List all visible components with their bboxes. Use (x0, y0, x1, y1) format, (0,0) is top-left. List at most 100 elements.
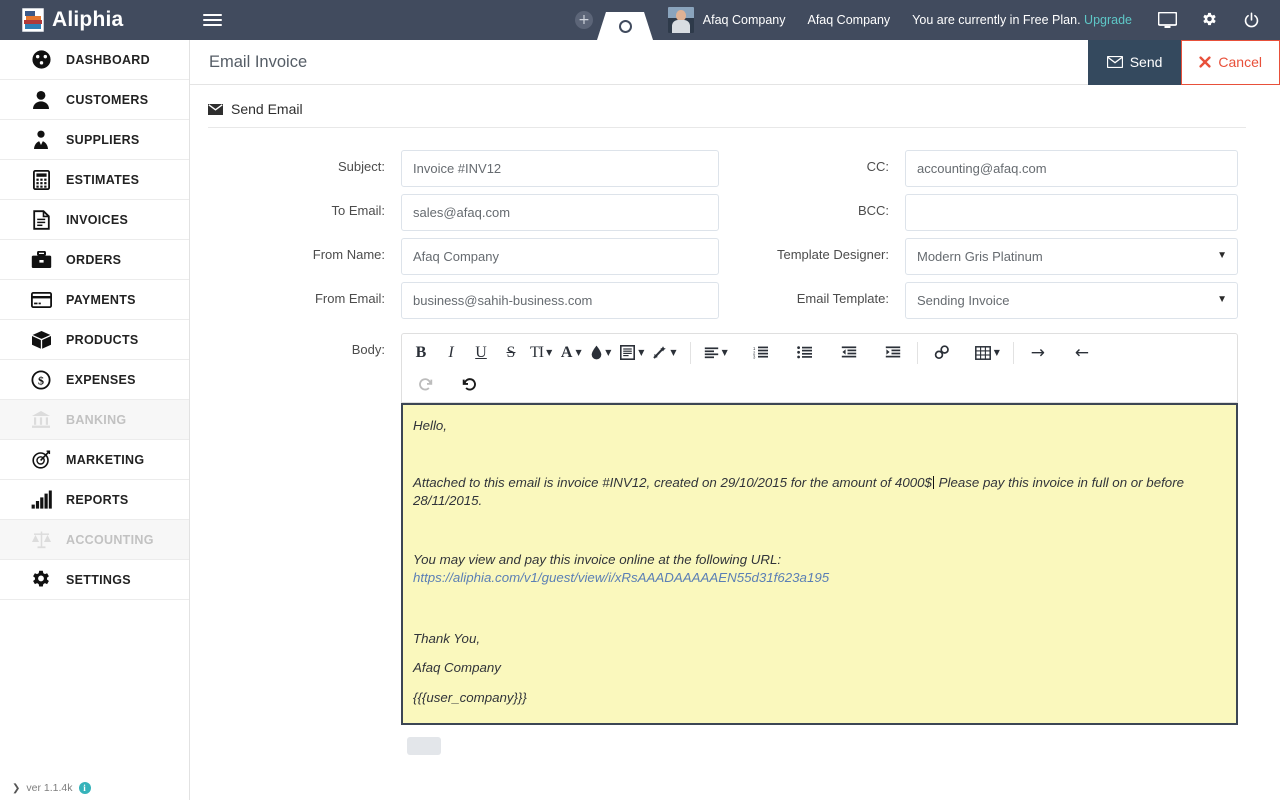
field-template-designer: Template Designer: Modern Gris Platinum … (727, 238, 1246, 275)
workspace-tab[interactable] (597, 12, 653, 40)
body-editor-row: Body: B I U S TI ▼ A ▼ ▼ ▼ ▼ ▼ 1 2 3 ▼ →… (208, 333, 1246, 755)
brand-logo-area[interactable]: Aliphia (0, 0, 190, 40)
sidebar-item-payments[interactable]: PAYMENTS (0, 280, 189, 320)
unordered-list-icon[interactable] (790, 337, 820, 368)
sidebar-item-label: BANKING (66, 412, 127, 427)
template-designer-label: Template Designer: (777, 247, 889, 262)
email-template-select[interactable]: Sending Invoice (905, 282, 1238, 319)
italic-icon[interactable]: I (436, 337, 466, 368)
sidebar-item-products[interactable]: PRODUCTS (0, 320, 189, 360)
email-body-editor[interactable]: Hello, Attached to this email is invoice… (401, 403, 1238, 725)
panel-heading-label: Send Email (231, 101, 303, 117)
cancel-button[interactable]: Cancel (1181, 39, 1280, 85)
sidebar-item-accounting[interactable]: ACCOUNTING (0, 520, 189, 560)
to-email-input[interactable] (401, 194, 719, 231)
brand-name: Aliphia (52, 8, 124, 31)
body-greeting: Hello, (413, 418, 447, 433)
company-primary-label[interactable]: Afaq Company (703, 13, 786, 27)
circle-icon (618, 19, 632, 33)
sidebar-item-reports[interactable]: REPORTS (0, 480, 189, 520)
invoice-url-link[interactable]: https://aliphia.com/v1/guest/view/i/xRsA… (413, 570, 829, 585)
dashboard-icon (30, 49, 52, 71)
font-size-icon[interactable]: TI ▼ (526, 337, 556, 368)
redo-icon[interactable] (410, 369, 440, 400)
body-spacer (413, 511, 1224, 551)
bar-chart-icon (30, 489, 52, 511)
ltr-direction-icon[interactable]: → (1023, 337, 1053, 368)
company-secondary-label[interactable]: Afaq Company (807, 13, 890, 27)
power-icon[interactable] (1230, 0, 1272, 40)
sidebar-item-expenses[interactable]: $ EXPENSES (0, 360, 189, 400)
monitor-icon[interactable] (1146, 0, 1188, 40)
sidebar-item-suppliers[interactable]: SUPPLIERS (0, 120, 189, 160)
sidebar-item-label: MARKETING (66, 452, 145, 467)
body-variable: {{{user_company}}} (413, 689, 527, 705)
bold-icon[interactable]: B (406, 337, 436, 368)
sidebar-item-label: PRODUCTS (66, 332, 139, 347)
template-designer-select[interactable]: Modern Gris Platinum (905, 238, 1238, 275)
cancel-button-label: Cancel (1218, 54, 1262, 70)
toolbar-separator (1012, 341, 1014, 364)
send-button[interactable]: Send (1087, 39, 1182, 85)
field-from-name: From Name: (208, 238, 727, 275)
version-label: ver 1.1.4k (26, 782, 73, 794)
sidebar-item-orders[interactable]: ORDERS (0, 240, 189, 280)
hamburger-icon[interactable] (190, 0, 234, 40)
sidebar-item-label: ORDERS (66, 252, 122, 267)
sidebar-item-dashboard[interactable]: DASHBOARD (0, 40, 189, 80)
field-subject: Subject: (208, 150, 727, 187)
sidebar-item-label: CUSTOMERS (66, 92, 149, 107)
sidebar-item-label: REPORTS (66, 492, 129, 507)
bcc-input[interactable] (905, 194, 1238, 231)
clear-format-icon[interactable]: ▼ (648, 337, 680, 368)
sidebar-item-banking[interactable]: BANKING (0, 400, 189, 440)
sidebar-item-label: DASHBOARD (66, 52, 150, 67)
add-tab-icon[interactable]: + (575, 11, 593, 29)
underline-icon[interactable]: U (466, 337, 496, 368)
topbar-right-cluster: Afaq Company Afaq Company You are curren… (667, 0, 1280, 40)
send-email-panel: Send Email Subject: CC: (190, 85, 1280, 755)
supplier-icon (30, 129, 52, 151)
link-icon[interactable] (927, 337, 957, 368)
sidebar-item-settings[interactable]: SETTINGS (0, 560, 189, 600)
subject-input[interactable] (401, 150, 719, 187)
font-color-icon[interactable]: A ▼ (556, 337, 586, 368)
from-name-label: From Name: (312, 247, 385, 262)
table-icon[interactable]: ▼ (971, 337, 1004, 368)
field-to-email: To Email: (208, 194, 727, 231)
sidebar-item-invoices[interactable]: INVOICES (0, 200, 189, 240)
outdent-icon[interactable] (834, 337, 864, 368)
strikethrough-icon[interactable]: S (496, 337, 526, 368)
align-icon[interactable]: ▼ (700, 337, 732, 368)
aliphia-logo-icon (22, 8, 44, 32)
highlight-color-icon[interactable]: ▼ (586, 337, 616, 368)
body-spacer (413, 436, 1224, 474)
sidebar-item-estimates[interactable]: ESTIMATES (0, 160, 189, 200)
user-icon (30, 89, 52, 111)
undo-icon[interactable] (454, 369, 484, 400)
ordered-list-icon[interactable]: 123 (746, 337, 776, 368)
info-icon[interactable]: i (78, 782, 91, 794)
plan-status: You are currently in Free Plan. Upgrade (912, 13, 1132, 27)
gear-icon[interactable] (1188, 0, 1230, 40)
paragraph-style-icon[interactable]: ▼ (616, 337, 648, 368)
upgrade-link[interactable]: Upgrade (1084, 13, 1132, 27)
rtl-direction-icon[interactable]: ← (1067, 337, 1097, 368)
editor-toolbar-row-2 (406, 369, 1233, 400)
tab-strip: + (575, 0, 653, 40)
text-caret (932, 475, 934, 489)
avatar[interactable] (667, 7, 694, 33)
from-name-input[interactable] (401, 238, 719, 275)
sidebar-item-marketing[interactable]: MARKETING (0, 440, 189, 480)
send-button-label: Send (1129, 54, 1163, 70)
cc-label: CC: (866, 159, 889, 174)
bcc-label: BCC: (857, 203, 889, 218)
body-url-line: https://aliphia.com/v1/guest/view/i/xRsA… (413, 569, 1224, 588)
header-actions: Send Cancel (1087, 39, 1280, 85)
body-closing: Thank You, (413, 630, 481, 646)
sidebar-item-customers[interactable]: CUSTOMERS (0, 80, 189, 120)
indent-icon[interactable] (878, 337, 908, 368)
cc-input[interactable] (905, 150, 1238, 187)
from-email-input[interactable] (401, 282, 719, 319)
page-title: Email Invoice (209, 52, 308, 71)
